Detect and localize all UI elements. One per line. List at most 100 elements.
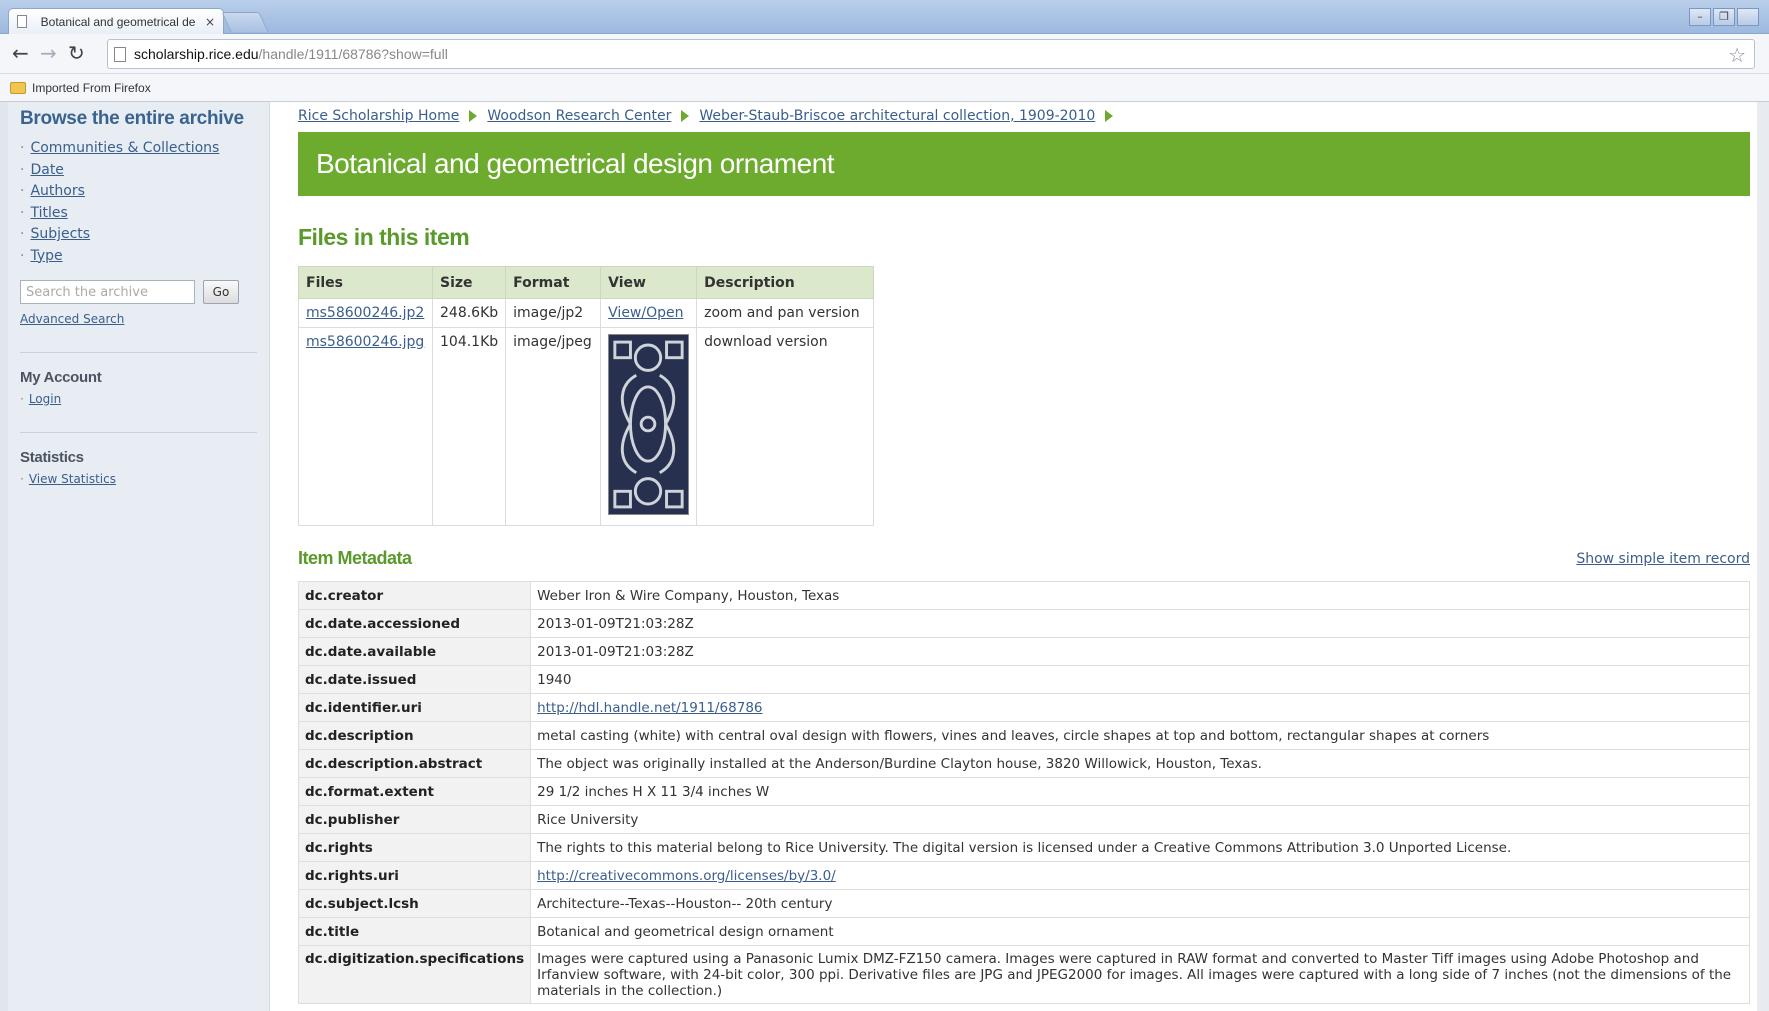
metadata-value: http://hdl.handle.net/1911/68786 — [530, 693, 1750, 722]
show-simple-record-link[interactable]: Show simple item record — [1576, 551, 1750, 567]
divider — [20, 432, 257, 433]
browse-item: · Type — [20, 247, 63, 264]
table-row: dc.digitization.specifications Images wer… — [297, 945, 1750, 1004]
metadata-value: metal casting (white) with central oval … — [530, 721, 1750, 750]
close-icon[interactable]: × — [205, 15, 215, 29]
breadcrumb-home[interactable]: Rice Scholarship Home — [298, 108, 459, 124]
browser-tab[interactable]: Botanical and geometrical de × — [8, 8, 224, 34]
table-row: dc.date.available 2013-01-09T21:03:28Z — [297, 637, 1750, 666]
metadata-key: dc.date.issued — [297, 665, 532, 694]
format-cell: image/jp2 — [505, 298, 602, 328]
search-row: Go — [20, 280, 257, 304]
url-host: scholarship.rice.edu — [134, 46, 259, 62]
browse-item: · Date — [20, 161, 64, 178]
advanced-search-link[interactable]: Advanced Search — [20, 312, 257, 326]
size-cell: 248.6Kb — [431, 298, 507, 328]
metadata-key: dc.date.available — [297, 637, 532, 666]
column-header: Format — [505, 266, 602, 299]
page-edge — [0, 102, 8, 1011]
star-icon[interactable]: ☆ — [1728, 43, 1746, 67]
file-cell: ms58600246.jpg — [298, 327, 433, 526]
metadata-value: 2013-01-09T21:03:28Z — [530, 609, 1750, 638]
account-item: · Login — [20, 392, 62, 406]
breadcrumb-arrow-icon — [681, 110, 690, 122]
thumbnail-image[interactable] — [608, 334, 690, 515]
statistics-item: · View Statistics — [20, 472, 116, 486]
bookmarks-bar: Imported From Firefox — [0, 74, 1769, 102]
go-button[interactable]: Go — [203, 280, 239, 304]
browse-link-type[interactable]: Type — [30, 248, 62, 264]
table-row: dc.description.abstract The object was or… — [297, 749, 1750, 778]
metadata-value: 1940 — [530, 665, 1750, 694]
metadata-value: The rights to this material belong to Ri… — [530, 833, 1750, 862]
search-input[interactable] — [20, 280, 195, 304]
table-row: dc.format.extent 29 1/2 inches H X 11 3/4… — [297, 777, 1750, 806]
metadata-value: Botanical and geometrical design ornamen… — [530, 917, 1750, 946]
title-bar: Botanical and geometrical design ornamen… — [298, 132, 1750, 196]
view-statistics-link[interactable]: View Statistics — [29, 472, 116, 486]
column-header: Description — [696, 266, 875, 299]
metadata-table: dc.creator Weber Iron & Wire Company, Hou… — [297, 581, 1750, 1004]
metadata-key: dc.creator — [297, 581, 532, 610]
window-close-icon[interactable] — [1737, 8, 1759, 26]
page-icon — [17, 15, 27, 28]
window-controls: – ❐ — [1689, 8, 1759, 26]
description-cell: download version — [696, 327, 875, 526]
breadcrumb-collection[interactable]: Weber-Staub-Briscoe architectural collec… — [699, 108, 1095, 124]
files-table: Files Size Format View Description ms586… — [298, 266, 875, 526]
forward-arrow-icon[interactable]: → — [40, 42, 57, 64]
browse-link-authors[interactable]: Authors — [30, 183, 84, 199]
metadata-key: dc.subject.lcsh — [297, 889, 532, 918]
item-metadata-heading: Item Metadata — [298, 548, 412, 568]
table-row: dc.date.accessioned 2013-01-09T21:03:28Z — [297, 609, 1750, 638]
identifier-uri-link[interactable]: http://hdl.handle.net/1911/68786 — [537, 700, 762, 716]
metadata-key: dc.date.accessioned — [297, 609, 532, 638]
page-icon — [114, 46, 126, 62]
metadata-key: dc.publisher — [297, 805, 532, 834]
table-row: dc.creator Weber Iron & Wire Company, Hou… — [297, 581, 1750, 610]
page-content: Browse the entire archive · Communities &… — [0, 102, 1769, 1011]
back-arrow-icon[interactable]: ← — [12, 42, 29, 64]
address-bar[interactable]: scholarship.rice.edu /handle/1911/68786?… — [107, 39, 1755, 69]
metadata-value: Images were captured using a Panasonic L… — [530, 945, 1750, 1004]
table-row: ms58600246.jpg 104.1Kb image/jpeg downlo… — [298, 327, 875, 526]
breadcrumb-arrow-icon — [469, 110, 478, 122]
format-cell: image/jpeg — [505, 327, 602, 526]
minimize-icon[interactable]: – — [1689, 8, 1711, 26]
bookmark-folder[interactable]: Imported From Firefox — [32, 81, 151, 95]
column-header: View — [600, 266, 698, 299]
metadata-key: dc.rights.uri — [297, 861, 532, 890]
description-cell: zoom and pan version — [696, 298, 875, 328]
url-path: /handle/1911/68786?show=full — [258, 46, 448, 62]
table-row: dc.subject.lcsh Architecture--Texas--Hous… — [297, 889, 1750, 918]
metadata-value: The object was originally installed at t… — [530, 749, 1750, 778]
maximize-icon[interactable]: ❐ — [1713, 8, 1735, 26]
metadata-value: Rice University — [530, 805, 1750, 834]
sidebar-title: Browse the entire archive — [20, 108, 244, 129]
file-link[interactable]: ms58600246.jpg — [306, 334, 424, 350]
metadata-key: dc.rights — [297, 833, 532, 862]
new-tab-button[interactable] — [221, 12, 269, 32]
browse-link-titles[interactable]: Titles — [30, 205, 67, 221]
browse-link-communities[interactable]: Communities & Collections — [30, 140, 219, 156]
browse-item: · Authors — [20, 183, 85, 199]
metadata-value: Weber Iron & Wire Company, Houston, Texa… — [530, 581, 1750, 610]
login-link[interactable]: Login — [29, 392, 61, 406]
browse-link-date[interactable]: Date — [30, 162, 63, 178]
file-link[interactable]: ms58600246.jp2 — [306, 305, 424, 321]
reload-icon[interactable]: ↻ — [68, 42, 85, 64]
tab-strip: Botanical and geometrical de × – ❐ — [0, 0, 1769, 34]
metadata-key: dc.description — [297, 721, 532, 750]
rights-uri-link[interactable]: http://creativecommons.org/licenses/by/3… — [537, 868, 836, 884]
browse-list: · Communities & Collections · Date · Author… — [20, 138, 257, 267]
table-row: dc.publisher Rice University — [297, 805, 1750, 834]
view-open-link[interactable]: View/Open — [608, 305, 683, 321]
metadata-value: 2013-01-09T21:03:28Z — [530, 637, 1750, 666]
breadcrumb-community[interactable]: Woodson Research Center — [487, 108, 671, 124]
scrollbar[interactable] — [1757, 102, 1769, 1011]
files-heading: Files in this item — [298, 224, 470, 250]
page-title: Botanical and geometrical design ornamen… — [316, 148, 835, 179]
browse-link-subjects[interactable]: Subjects — [30, 226, 90, 242]
metadata-key: dc.digitization.specifications — [297, 945, 532, 1004]
statistics-list: · View Statistics — [20, 472, 257, 486]
